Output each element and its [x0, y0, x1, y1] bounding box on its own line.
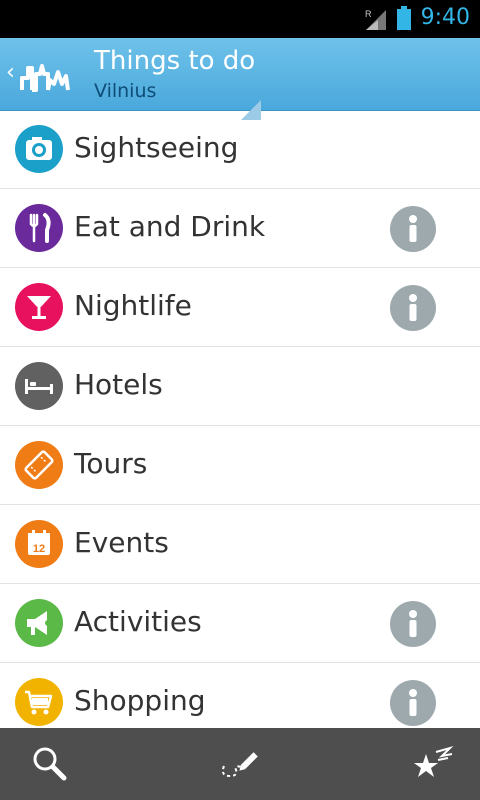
route-pencil-icon[interactable]: [218, 742, 262, 786]
status-time: 9:40: [420, 5, 470, 30]
bottom-toolbar: [0, 728, 480, 800]
megaphone-icon: [15, 599, 63, 647]
list-item-tours[interactable]: Tours: [0, 426, 480, 505]
status-bar: R 9:40: [0, 0, 480, 38]
favorites-stars-icon[interactable]: [410, 742, 454, 786]
search-icon[interactable]: [28, 742, 72, 786]
list-item-hotels[interactable]: Hotels: [0, 347, 480, 426]
calendar-icon: 12: [15, 520, 63, 568]
page-subtitle[interactable]: Vilnius: [94, 80, 156, 102]
cocktail-icon: [15, 283, 63, 331]
info-icon[interactable]: [390, 206, 436, 252]
list-item-shopping[interactable]: Shopping: [0, 663, 480, 728]
list-item-label: Events: [74, 526, 169, 559]
list-item-nightlife[interactable]: Nightlife: [0, 268, 480, 347]
list-item-activities[interactable]: Activities: [0, 584, 480, 663]
info-icon[interactable]: [390, 601, 436, 647]
ticket-icon: [15, 441, 63, 489]
info-icon[interactable]: [390, 285, 436, 331]
up-caret-icon[interactable]: ‹: [6, 62, 15, 84]
signal-roaming-icon: R: [365, 9, 386, 30]
list-item-label: Sightseeing: [74, 131, 239, 164]
list-item-label: Shopping: [74, 684, 206, 717]
list-item-label: Eat and Drink: [74, 210, 266, 243]
shopping-cart-icon: [15, 678, 63, 726]
city-skyline-logo-icon[interactable]: [20, 56, 70, 92]
list-item-label: Hotels: [74, 368, 163, 401]
list-item-label: Tours: [74, 447, 148, 480]
bed-icon: [15, 362, 63, 410]
info-icon[interactable]: [390, 680, 436, 726]
list-item-sightseeing[interactable]: Sightseeing: [0, 110, 480, 189]
category-list: Sightseeing Eat and Drink Nightlife Hote…: [0, 110, 480, 728]
fork-knife-icon: [15, 204, 63, 252]
list-item-eat-and-drink[interactable]: Eat and Drink: [0, 189, 480, 268]
list-item-events[interactable]: 12 Events: [0, 505, 480, 584]
list-item-label: Nightlife: [74, 289, 192, 322]
action-bar: ‹ Things to do Vilnius: [0, 38, 480, 120]
camera-icon: [15, 125, 63, 173]
svg-text:R: R: [365, 9, 372, 19]
calendar-day: 12: [33, 543, 45, 555]
list-item-label: Activities: [74, 605, 202, 638]
page-title[interactable]: Things to do: [94, 46, 255, 76]
battery-icon: [397, 6, 411, 30]
